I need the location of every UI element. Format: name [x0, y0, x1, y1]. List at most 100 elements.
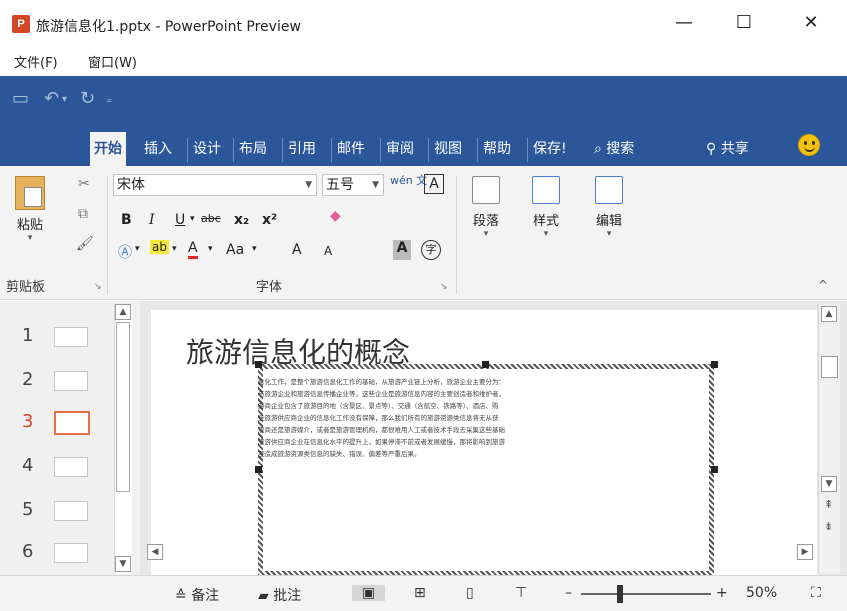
maximize-button[interactable]: ☐: [721, 6, 767, 40]
format-painter-icon[interactable]: 🖌: [76, 236, 94, 252]
slide-thumbnail-selected[interactable]: [54, 411, 90, 435]
scroll-right-icon[interactable]: ▶: [797, 544, 813, 560]
character-border-icon[interactable]: A: [424, 174, 444, 194]
copy-icon[interactable]: ⧉: [78, 206, 88, 222]
normal-view-icon[interactable]: ▣: [352, 585, 386, 601]
paste-button[interactable]: 粘贴 ▾: [6, 176, 54, 243]
slideshow-icon[interactable]: ⊤: [515, 585, 527, 601]
paragraph-button[interactable]: 段落 ▾: [466, 176, 506, 239]
font-size-select[interactable]: 五号 ▼: [322, 174, 384, 196]
comments-button[interactable]: ▰ 批注: [258, 585, 301, 605]
chevron-down-icon[interactable]: ▾: [135, 244, 140, 254]
resize-handle[interactable]: [482, 361, 489, 368]
customize-icon[interactable]: ₌: [106, 92, 112, 106]
bold-button[interactable]: B: [121, 212, 132, 228]
text-effects-icon[interactable]: Ⓐ: [118, 242, 132, 262]
tab-view[interactable]: 视图: [430, 132, 466, 166]
content-paragraph: 息化工作，是整个旅游信息化工作的基础，从旅游产业链上分析，旅游企业主要分为： 与…: [258, 376, 628, 460]
resize-handle[interactable]: [711, 466, 718, 473]
share-label: 共享: [720, 141, 749, 157]
search-tab[interactable]: ⌕ 搜索: [590, 132, 638, 166]
chevron-down-icon[interactable]: ▾: [172, 244, 177, 254]
zoom-out-button[interactable]: –: [565, 585, 572, 601]
superscript-button[interactable]: x²: [262, 212, 277, 228]
editing-button[interactable]: 编辑 ▾: [589, 176, 629, 239]
reading-view-icon[interactable]: ▯: [466, 585, 474, 601]
zoom-in-button[interactable]: +: [716, 585, 728, 601]
slide-thumbnail[interactable]: [54, 501, 88, 521]
next-slide-icon[interactable]: ⇟: [824, 520, 833, 533]
editor-vertical-scrollbar[interactable]: ▲ ▼ ⇞ ⇟: [818, 304, 840, 574]
clipboard-launcher-icon[interactable]: ↘: [94, 282, 102, 292]
scrollbar-thumb[interactable]: [116, 322, 130, 492]
scroll-up-icon[interactable]: ▲: [821, 306, 837, 322]
thumbnails-scrollbar[interactable]: ▲ ▼: [114, 304, 132, 574]
chevron-down-icon[interactable]: ▾: [208, 244, 213, 254]
fit-to-window-icon[interactable]: ⛶: [811, 585, 821, 601]
enclose-characters-button[interactable]: 字: [421, 240, 441, 260]
zoom-slider[interactable]: [581, 593, 711, 595]
slide-thumbnail[interactable]: [54, 327, 88, 347]
resize-handle[interactable]: [255, 466, 262, 473]
tab-design[interactable]: 设计: [189, 132, 225, 166]
share-button[interactable]: ⚲ 共享: [702, 132, 753, 166]
subscript-button[interactable]: x₂: [234, 212, 249, 228]
scroll-down-icon[interactable]: ▼: [821, 476, 837, 492]
redo-icon[interactable]: ↻: [80, 88, 95, 109]
font-color-icon[interactable]: A: [188, 240, 198, 259]
zoom-level[interactable]: 50%: [746, 585, 777, 601]
smiley-feedback-icon[interactable]: [798, 134, 820, 156]
slide-thumbnail[interactable]: [54, 543, 88, 563]
previous-slide-icon[interactable]: ⇞: [824, 498, 833, 511]
zoom-slider-thumb[interactable]: [617, 585, 623, 603]
highlight-icon[interactable]: ab: [150, 240, 169, 254]
tab-layout[interactable]: 布局: [235, 132, 271, 166]
text-line: 旅商还是旅游媒介，或者是旅游管理机构，都很难用人工或者技术手段去采集这些基础: [258, 426, 505, 434]
text-line: 旅游供应商企业在信息化水平的提升上，如果停滞不前或者发展缓慢，那将影响到旅游: [258, 438, 505, 446]
tab-review[interactable]: 审阅: [382, 132, 418, 166]
scroll-left-icon[interactable]: ◀: [147, 544, 163, 560]
menu-file[interactable]: 文件(F): [14, 52, 58, 71]
slide-thumbnail[interactable]: [54, 371, 88, 391]
underline-button[interactable]: U: [175, 212, 185, 228]
notes-button[interactable]: ≙ 备注: [175, 585, 219, 605]
scroll-down-icon[interactable]: ▼: [115, 556, 131, 572]
font-name-select[interactable]: 宋体 ▼: [113, 174, 317, 196]
clear-formatting-icon[interactable]: ◆: [330, 208, 341, 224]
close-button[interactable]: ✕: [788, 6, 834, 40]
tab-mailings[interactable]: 邮件: [333, 132, 369, 166]
shrink-font-button[interactable]: A: [324, 244, 332, 258]
menu-window[interactable]: 窗口(W): [88, 52, 137, 71]
minimize-button[interactable]: —: [661, 6, 707, 40]
slide-thumbnail[interactable]: [54, 457, 88, 477]
tab-save[interactable]: 保存!: [529, 132, 571, 166]
change-case-button[interactable]: Aa: [226, 242, 244, 258]
thumbnail-number: 2: [22, 369, 34, 390]
tab-references[interactable]: 引用: [284, 132, 320, 166]
cut-icon[interactable]: ✂: [78, 176, 90, 192]
text-line: 与旅游企业和旅游信息传播企业等。这些企业是旅游信息内容的主要创造者和维护者，: [258, 390, 505, 398]
strikethrough-button[interactable]: abc: [201, 212, 221, 225]
save-icon[interactable]: ▭: [12, 88, 29, 109]
undo-dropdown-icon[interactable]: ▾: [62, 94, 67, 105]
character-shading-button[interactable]: A: [393, 240, 411, 260]
tab-home[interactable]: 开始: [90, 132, 126, 166]
chevron-down-icon[interactable]: ▾: [252, 244, 257, 254]
tab-insert[interactable]: 插入: [140, 132, 176, 166]
tab-help[interactable]: 帮助: [479, 132, 515, 166]
grow-font-button[interactable]: A: [292, 242, 302, 258]
slide-sorter-icon[interactable]: ⊞: [414, 585, 426, 601]
font-launcher-icon[interactable]: ↘: [440, 282, 448, 292]
resize-handle[interactable]: [255, 361, 262, 368]
chevron-down-icon[interactable]: ▾: [190, 214, 195, 224]
collapse-ribbon-icon[interactable]: ^: [818, 278, 828, 292]
styles-button[interactable]: 样式 ▾: [526, 176, 566, 239]
italic-button[interactable]: I: [149, 212, 155, 228]
scroll-up-icon[interactable]: ▲: [115, 304, 131, 320]
scrollbar-thumb[interactable]: [821, 356, 838, 378]
tab-divider: [233, 138, 234, 162]
phonetic-guide-icon[interactable]: wén 文: [390, 172, 427, 188]
undo-icon[interactable]: ↶: [44, 88, 59, 109]
text-line: 些旅游供应商企业的信息化工作没有保障，那么我们所有的旅游资源类信息将无从获: [258, 414, 499, 422]
resize-handle[interactable]: [711, 361, 718, 368]
